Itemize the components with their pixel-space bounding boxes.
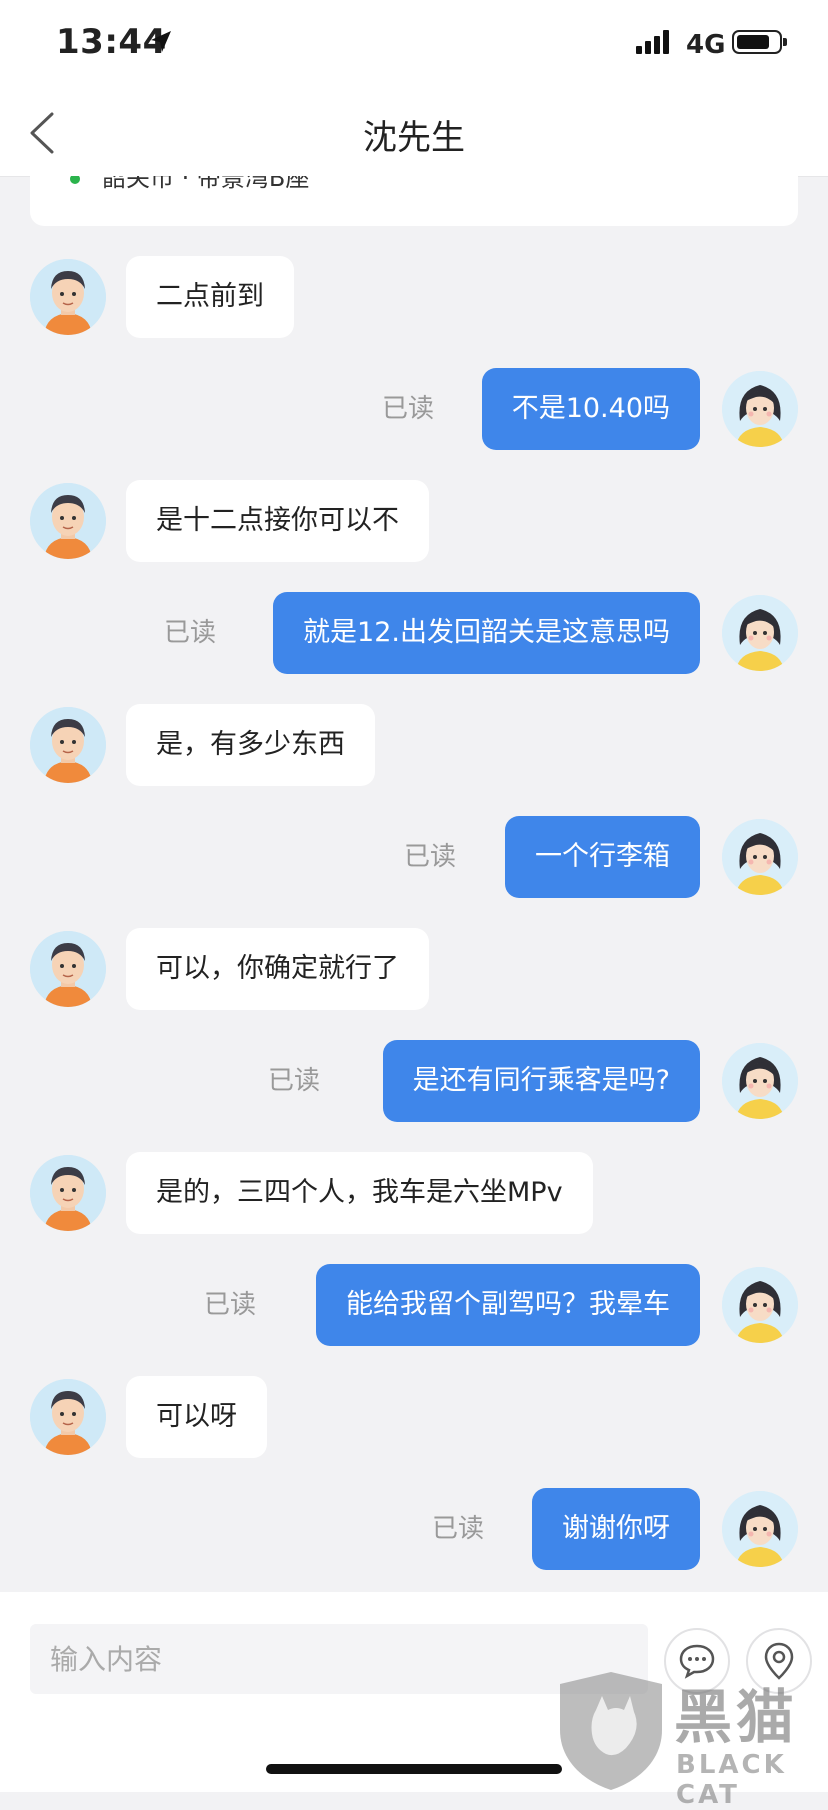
status-bar: 13:44 4G [0,0,828,90]
user-avatar[interactable] [722,819,798,895]
network-type: 4G [686,30,726,60]
message-row-outgoing: 已读 一个行李箱 [0,816,828,898]
read-receipt: 已读 [164,618,217,648]
user-avatar[interactable] [722,1043,798,1119]
message-bubble[interactable]: 就是12.出发回韶关是这意思吗 [273,592,700,674]
message-row-outgoing: 已读 是还有同行乘客是吗? [0,1040,828,1122]
start-dot-icon [70,176,80,184]
cellular-signal-icon [636,30,669,54]
message-row-outgoing: 已读 就是12.出发回韶关是这意思吗 [0,592,828,674]
message-bubble[interactable]: 是的，三四个人，我车是六坐MPv [126,1152,593,1234]
read-receipt: 已读 [268,1066,321,1096]
trip-address: 韶关市 · 帝景湾B座 [102,176,310,192]
read-receipt: 已读 [382,394,435,424]
message-row-outgoing: 已读 能给我留个副驾吗？我晕车 [0,1264,828,1346]
location-arrow-icon [151,31,171,52]
read-receipt: 已读 [432,1514,485,1544]
read-receipt: 已读 [404,842,457,872]
navigation-bar: 沈先生 [0,90,828,177]
trip-info-card[interactable]: 韶关市 · 帝景湾B座 [30,176,798,226]
message-bubble[interactable]: 能给我留个副驾吗？我晕车 [316,1264,700,1346]
message-bubble[interactable]: 是还有同行乘客是吗? [382,1040,700,1122]
message-row-incoming: 是十二点接你可以不 [0,480,828,562]
page-title: 沈先生 [363,118,465,158]
read-receipt: 已读 [204,1290,257,1320]
user-avatar[interactable] [722,1491,798,1567]
user-avatar[interactable] [722,595,798,671]
watermark-cn: 黑猫 [674,1683,799,1751]
message-bubble[interactable]: 是，有多少东西 [126,704,375,786]
watermark-logo: 黑猫 BLACK CAT [556,1670,828,1810]
home-indicator [266,1764,562,1774]
driver-avatar[interactable] [30,931,106,1007]
driver-avatar[interactable] [30,259,106,335]
message-row-incoming: 二点前到 [0,256,828,338]
driver-avatar[interactable] [30,1155,106,1231]
message-row-incoming: 是的，三四个人，我车是六坐MPv [0,1152,828,1234]
message-row-incoming: 是，有多少东西 [0,704,828,786]
message-bubble[interactable]: 不是10.40吗 [481,368,700,450]
message-row-outgoing: 已读 不是10.40吗 [0,368,828,450]
message-row-outgoing: 已读 谢谢你呀 [0,1488,828,1570]
watermark-en: BLACK CAT [676,1750,787,1810]
message-bubble[interactable]: 可以呀 [126,1376,267,1458]
message-bubble[interactable]: 一个行李箱 [505,816,700,898]
user-avatar[interactable] [722,371,798,447]
black-cat-shield-icon [560,1672,662,1790]
message-row-incoming: 可以呀 [0,1376,828,1458]
driver-avatar[interactable] [30,707,106,783]
message-bubble[interactable]: 是十二点接你可以不 [126,480,429,562]
driver-avatar[interactable] [30,483,106,559]
user-avatar[interactable] [722,1267,798,1343]
battery-icon [732,30,787,54]
message-bubble[interactable]: 可以，你确定就行了 [126,928,429,1010]
message-bubble[interactable]: 二点前到 [126,256,294,338]
message-row-incoming: 可以，你确定就行了 [0,928,828,1010]
driver-avatar[interactable] [30,1379,106,1455]
message-bubble[interactable]: 谢谢你呀 [532,1488,700,1570]
